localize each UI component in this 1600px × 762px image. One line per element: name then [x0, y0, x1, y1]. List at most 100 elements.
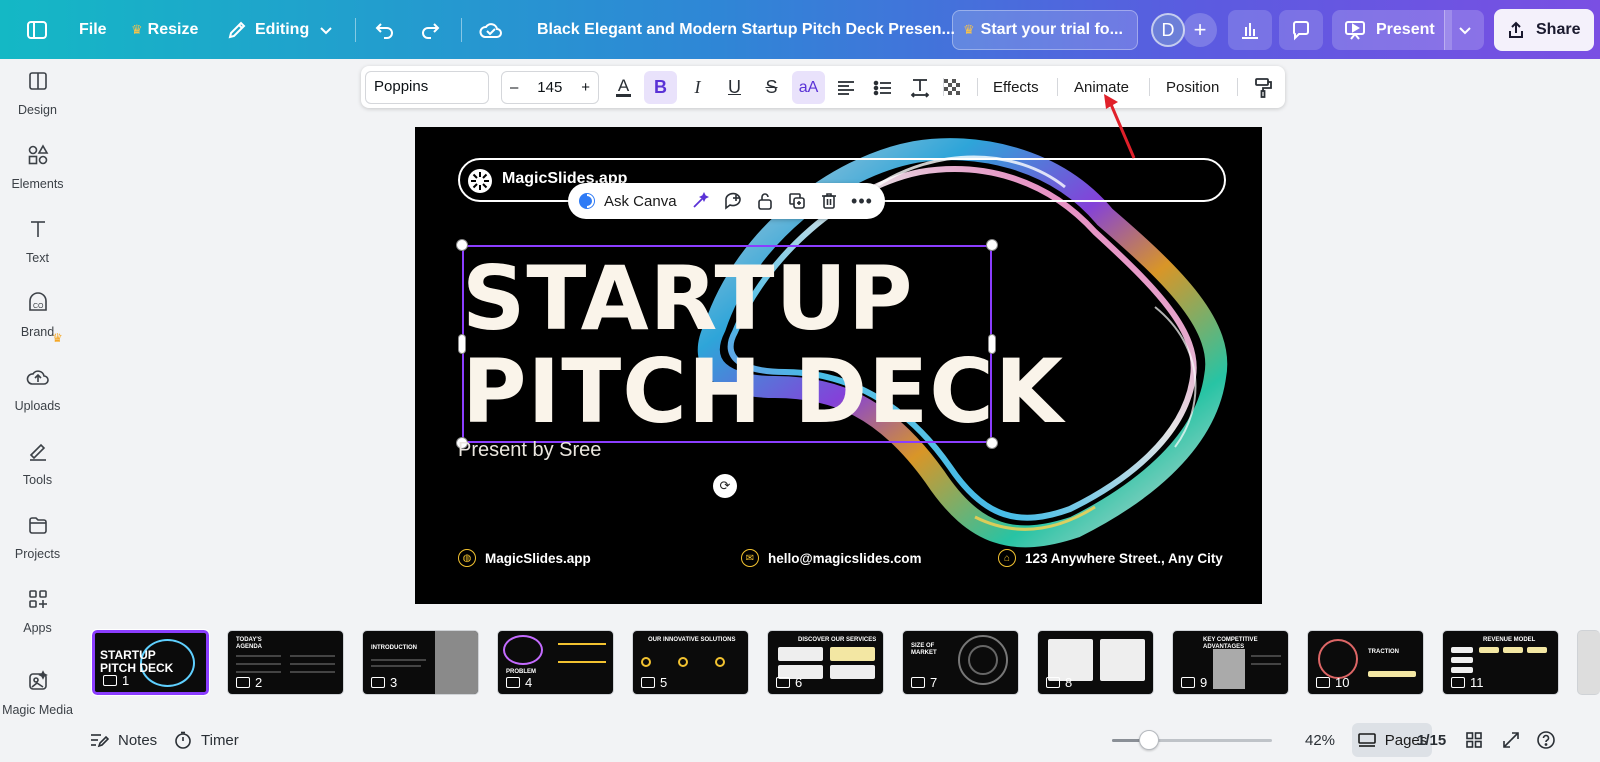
page-thumbnail-6[interactable]: DISCOVER OUR SERVICES 6: [767, 630, 884, 695]
list-icon[interactable]: [866, 71, 899, 104]
font-size-input[interactable]: 145: [537, 79, 562, 96]
align-left-icon[interactable]: [829, 71, 862, 104]
zoom-level[interactable]: 42%: [1305, 718, 1335, 762]
underline-icon[interactable]: U: [718, 71, 751, 104]
share-button[interactable]: Share: [1494, 9, 1594, 51]
analytics-icon[interactable]: [1228, 10, 1272, 50]
redo-icon[interactable]: [419, 0, 441, 59]
sidebar-item-brand[interactable]: CO Brand: [0, 289, 75, 359]
undo-icon[interactable]: [374, 0, 396, 59]
zoom-slider[interactable]: [1112, 730, 1272, 750]
add-collaborator-button[interactable]: +: [1183, 13, 1217, 47]
sidebar-item-tools[interactable]: Tools: [0, 437, 75, 507]
present-icon: [776, 677, 790, 688]
font-family-select[interactable]: Poppins: [365, 71, 489, 104]
page-thumbnail-12[interactable]: [1577, 630, 1600, 695]
present-button[interactable]: Present: [1332, 10, 1452, 50]
design-icon: [24, 67, 52, 95]
page-thumbnail-11[interactable]: REVENUE MODEL 11: [1442, 630, 1559, 695]
thumbnail-number: 4: [525, 675, 533, 690]
sidebar-item-magic-media[interactable]: Magic Media: [0, 667, 75, 737]
duplicate-icon[interactable]: [783, 183, 811, 219]
page-thumbnail-3[interactable]: INTRODUCTION 3: [362, 630, 479, 695]
resize-handle[interactable]: [986, 239, 998, 251]
page-thumbnail-8[interactable]: 8: [1037, 630, 1154, 695]
document-title[interactable]: Black Elegant and Modern Startup Pitch D…: [537, 0, 955, 59]
timer-button[interactable]: Timer: [174, 718, 239, 762]
resize-button[interactable]: ♛ Resize: [131, 0, 198, 59]
resize-label: Resize: [147, 20, 199, 38]
thumbnail-title: REVENUE MODEL: [1483, 637, 1536, 643]
sidebar-item-label: Uploads: [14, 399, 61, 413]
copy-style-icon[interactable]: [1246, 71, 1279, 104]
chevron-down-icon: [1458, 27, 1471, 35]
thumbnail-number: 5: [660, 675, 668, 690]
trash-icon[interactable]: [815, 183, 843, 219]
comment-icon[interactable]: [1279, 10, 1323, 50]
spacing-icon[interactable]: [903, 71, 936, 104]
position-button[interactable]: Position: [1166, 66, 1219, 108]
sidebar-item-elements[interactable]: Elements: [0, 141, 75, 211]
magic-wand-icon[interactable]: [686, 183, 714, 219]
timer-icon: [175, 731, 191, 749]
crown-icon: ♛: [963, 22, 975, 37]
page-thumbnail-2[interactable]: TODAY'S AGENDA 2: [227, 630, 344, 695]
sidebar-item-projects[interactable]: Projects: [0, 511, 75, 581]
footer-website: ◍ MagicSlides.app: [458, 549, 591, 567]
page-thumbnail-4[interactable]: PROBLEM 4: [497, 630, 614, 695]
sidebar-item-apps[interactable]: Apps: [0, 585, 75, 655]
page-thumbnails: STARTUP PITCH DECK 1 TODAY'S AGENDA 2 IN…: [90, 629, 1600, 700]
avatar[interactable]: D: [1151, 13, 1185, 47]
present-icon: [103, 675, 117, 686]
sidebar-item-uploads[interactable]: Uploads: [0, 363, 75, 433]
trial-label: Start your trial fo...: [980, 21, 1123, 38]
sidebar-item-label: Brand: [20, 325, 55, 339]
notes-button[interactable]: Notes: [89, 718, 157, 762]
page-thumbnail-7[interactable]: SIZE OF MARKET 7: [902, 630, 1019, 695]
present-label: Present: [1376, 21, 1435, 38]
letter-case-icon[interactable]: aA: [792, 71, 825, 104]
resize-handle[interactable]: [986, 437, 998, 449]
divider: [977, 78, 978, 96]
resize-handle[interactable]: [988, 334, 996, 354]
page-thumbnail-1[interactable]: STARTUP PITCH DECK 1: [91, 629, 210, 696]
divider: [355, 18, 356, 42]
rotate-icon[interactable]: ⟳: [713, 474, 737, 498]
increase-font-size-button[interactable]: +: [581, 79, 590, 96]
sidebar-item-design[interactable]: Design: [0, 67, 75, 137]
comment-add-icon[interactable]: [719, 183, 747, 219]
page-thumbnail-10[interactable]: TRACTION 10: [1307, 630, 1424, 695]
bold-icon[interactable]: B: [644, 71, 677, 104]
strikethrough-icon[interactable]: S: [755, 71, 788, 104]
file-menu[interactable]: File: [79, 0, 107, 59]
lock-icon[interactable]: [751, 183, 779, 219]
text-color-icon[interactable]: A: [607, 71, 640, 104]
italic-icon[interactable]: I: [681, 71, 714, 104]
page-thumbnail-9[interactable]: KEY COMPETITIVE ADVANTAGES 9: [1172, 630, 1289, 695]
zoom-slider-handle[interactable]: [1139, 730, 1159, 750]
cloud-saved-icon[interactable]: [479, 0, 503, 59]
effects-button[interactable]: Effects: [993, 66, 1039, 108]
present-options-button[interactable]: [1444, 10, 1484, 50]
start-trial-button[interactable]: ♛ Start your trial fo...: [952, 10, 1138, 50]
sidebar-item-text[interactable]: Text: [0, 215, 75, 285]
ask-canva-button[interactable]: Ask Canva: [604, 183, 677, 219]
fullscreen-icon[interactable]: [1502, 718, 1520, 762]
resize-handle[interactable]: [458, 334, 466, 354]
decrease-font-size-button[interactable]: –: [510, 79, 518, 96]
transparency-icon[interactable]: [936, 71, 969, 104]
chevron-down-icon: [320, 26, 332, 34]
sidebar-toggle-icon[interactable]: [26, 0, 48, 59]
resize-handle[interactable]: [456, 239, 468, 251]
notes-icon: [91, 734, 109, 748]
editing-menu[interactable]: Editing: [227, 0, 333, 59]
help-icon[interactable]: [1536, 718, 1556, 762]
text-toolbar: Poppins – 145 + A B I U S aA Effects Ani…: [361, 66, 1285, 108]
more-options-icon[interactable]: •••: [848, 183, 876, 219]
thumbnail-number: 10: [1335, 675, 1350, 690]
sidebar-item-label: Projects: [14, 547, 61, 561]
subtitle-text[interactable]: Present by Sree: [458, 439, 601, 462]
canva-ai-icon: [578, 183, 596, 219]
grid-view-icon[interactable]: [1465, 718, 1483, 762]
page-thumbnail-5[interactable]: OUR INNOVATIVE SOLUTIONS 5: [632, 630, 749, 695]
